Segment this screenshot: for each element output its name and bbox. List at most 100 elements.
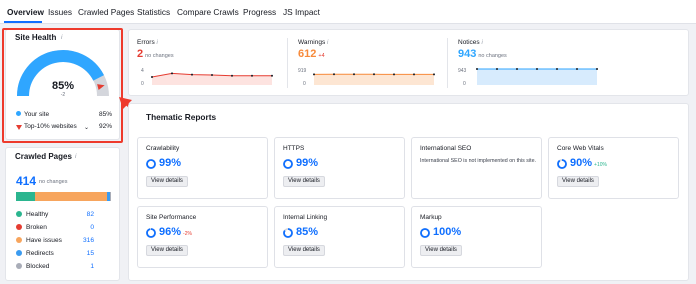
- healthy-dot: [16, 211, 22, 217]
- tile-name: Core Web Vitals: [557, 145, 604, 152]
- sparkline-point: [353, 73, 355, 76]
- tab-crawled-pages[interactable]: Crawled Pages: [78, 7, 134, 17]
- tile-score: 85%: [296, 226, 319, 238]
- sparkline-point: [151, 76, 153, 78]
- score-ring-icon: [283, 228, 293, 238]
- sparkline-point: [393, 73, 395, 76]
- view-details-button[interactable]: View details: [146, 176, 188, 187]
- info-icon[interactable]: i: [75, 153, 76, 160]
- info-icon[interactable]: i: [327, 40, 328, 46]
- stat-have-issues-label: Have issues: [26, 237, 62, 244]
- divider: [447, 38, 448, 88]
- stat-redirects-label: Redirects: [26, 250, 54, 257]
- nav-tabs: Overview Issues Crawled Pages Statistics…: [0, 0, 696, 24]
- tab-progress[interactable]: Progress: [243, 7, 276, 17]
- score-ring-icon: [283, 159, 293, 169]
- tile-delta: -2%: [183, 231, 192, 237]
- tile-international-seo: International SEO International SEO is n…: [411, 137, 542, 199]
- sparkline-point: [433, 73, 435, 76]
- tab-js-impact[interactable]: JS Impact: [283, 7, 320, 17]
- tile-https: HTTPS 99% View details: [274, 137, 405, 199]
- tile-score: 90% +10%: [570, 157, 607, 169]
- notices-tick-min: 0: [463, 81, 466, 87]
- sparkline-point: [313, 73, 315, 76]
- sparkline-point: [211, 74, 213, 76]
- sparkline-point: [536, 68, 538, 70]
- bar-segment-have-issues: [34, 192, 107, 201]
- tile-crawlability: Crawlability 99% View details: [137, 137, 268, 199]
- notices-value[interactable]: 943 no changes: [458, 48, 507, 60]
- active-tab-indicator: [4, 21, 42, 23]
- warnings-tick-max: 919: [298, 68, 307, 74]
- errors-tick-max: 4: [141, 68, 144, 74]
- view-details-button[interactable]: View details: [283, 245, 325, 256]
- warnings-value[interactable]: 612 +4: [298, 48, 325, 60]
- stat-healthy[interactable]: Healthy 82: [16, 211, 106, 218]
- sparkline-point: [333, 73, 335, 76]
- crawled-pages-title: Crawled Pages: [15, 152, 72, 161]
- crawled-pages-bar: [16, 192, 111, 201]
- sparkline-point: [496, 68, 498, 70]
- stat-redirects[interactable]: Redirects 15: [16, 250, 106, 257]
- redirects-dot: [16, 250, 22, 256]
- info-icon[interactable]: i: [482, 40, 483, 46]
- errors-sparkline: [151, 72, 273, 85]
- broken-dot: [16, 224, 22, 230]
- thematic-reports-title: Thematic Reports: [146, 112, 217, 122]
- stat-have-issues[interactable]: Have issues 316: [16, 237, 106, 244]
- tab-issues[interactable]: Issues: [48, 7, 72, 17]
- sparkline-area: [314, 74, 434, 85]
- sparkline-point: [373, 73, 375, 76]
- tile-name: Markup: [420, 214, 442, 221]
- bar-segment-blocked: [109, 192, 111, 201]
- tab-statistics[interactable]: Statistics: [137, 7, 170, 17]
- stat-have-issues-value[interactable]: 316: [83, 237, 94, 244]
- stat-healthy-label: Healthy: [26, 211, 49, 218]
- tab-overview[interactable]: Overview: [7, 7, 44, 17]
- tile-name: HTTPS: [283, 145, 305, 152]
- tile-name: International SEO: [420, 145, 472, 152]
- sparkline-point: [251, 74, 253, 77]
- errors-value[interactable]: 2 no changes: [137, 48, 174, 60]
- warnings-tick-min: 0: [303, 81, 306, 87]
- notices-change: no changes: [478, 53, 507, 59]
- tile-note: International SEO is not implemented on …: [420, 158, 537, 164]
- view-details-button[interactable]: View details: [146, 245, 188, 256]
- tile-internal-linking: Internal Linking 85% View details: [274, 206, 405, 268]
- view-details-button[interactable]: View details: [557, 176, 599, 187]
- errors-tick-min: 0: [141, 81, 144, 87]
- sparkline-point: [556, 68, 558, 70]
- crawled-pages-total[interactable]: 414: [16, 174, 36, 188]
- tile-score: 99%: [159, 157, 182, 169]
- sparkline-point: [191, 73, 193, 76]
- stat-blocked-value[interactable]: 1: [90, 263, 94, 270]
- sparkline-point: [413, 73, 415, 76]
- crawled-pages-change: no changes: [39, 179, 68, 185]
- tab-compare-crawls[interactable]: Compare Crawls: [177, 7, 239, 17]
- tile-name: Internal Linking: [283, 214, 328, 221]
- blocked-dot: [16, 263, 22, 269]
- score-ring-icon: [146, 228, 156, 238]
- sparkline-point: [596, 68, 598, 70]
- stat-redirects-value[interactable]: 15: [87, 250, 94, 257]
- score-ring-icon: [146, 159, 156, 169]
- notices-tick-max: 943: [458, 68, 467, 74]
- view-details-button[interactable]: View details: [420, 245, 462, 256]
- stat-broken[interactable]: Broken 0: [16, 224, 106, 231]
- bar-segment-healthy: [16, 192, 35, 201]
- highlight-box: [2, 28, 123, 143]
- tile-markup: Markup 100% View details: [411, 206, 542, 268]
- sparkline-point: [576, 68, 578, 70]
- stat-blocked[interactable]: Blocked 1: [16, 263, 106, 270]
- score-ring-icon: [557, 159, 567, 169]
- errors-change: no changes: [145, 53, 174, 59]
- view-details-button[interactable]: View details: [283, 176, 325, 187]
- info-icon[interactable]: i: [157, 40, 158, 46]
- stat-broken-value[interactable]: 0: [90, 224, 94, 231]
- tile-site-performance: Site Performance 96% -2% View details: [137, 206, 268, 268]
- tile-delta: +10%: [594, 162, 607, 168]
- warnings-sparkline: [313, 73, 435, 85]
- stat-healthy-value[interactable]: 82: [87, 211, 94, 218]
- have-issues-dot: [16, 237, 22, 243]
- warnings-label: Warnings i: [298, 39, 329, 46]
